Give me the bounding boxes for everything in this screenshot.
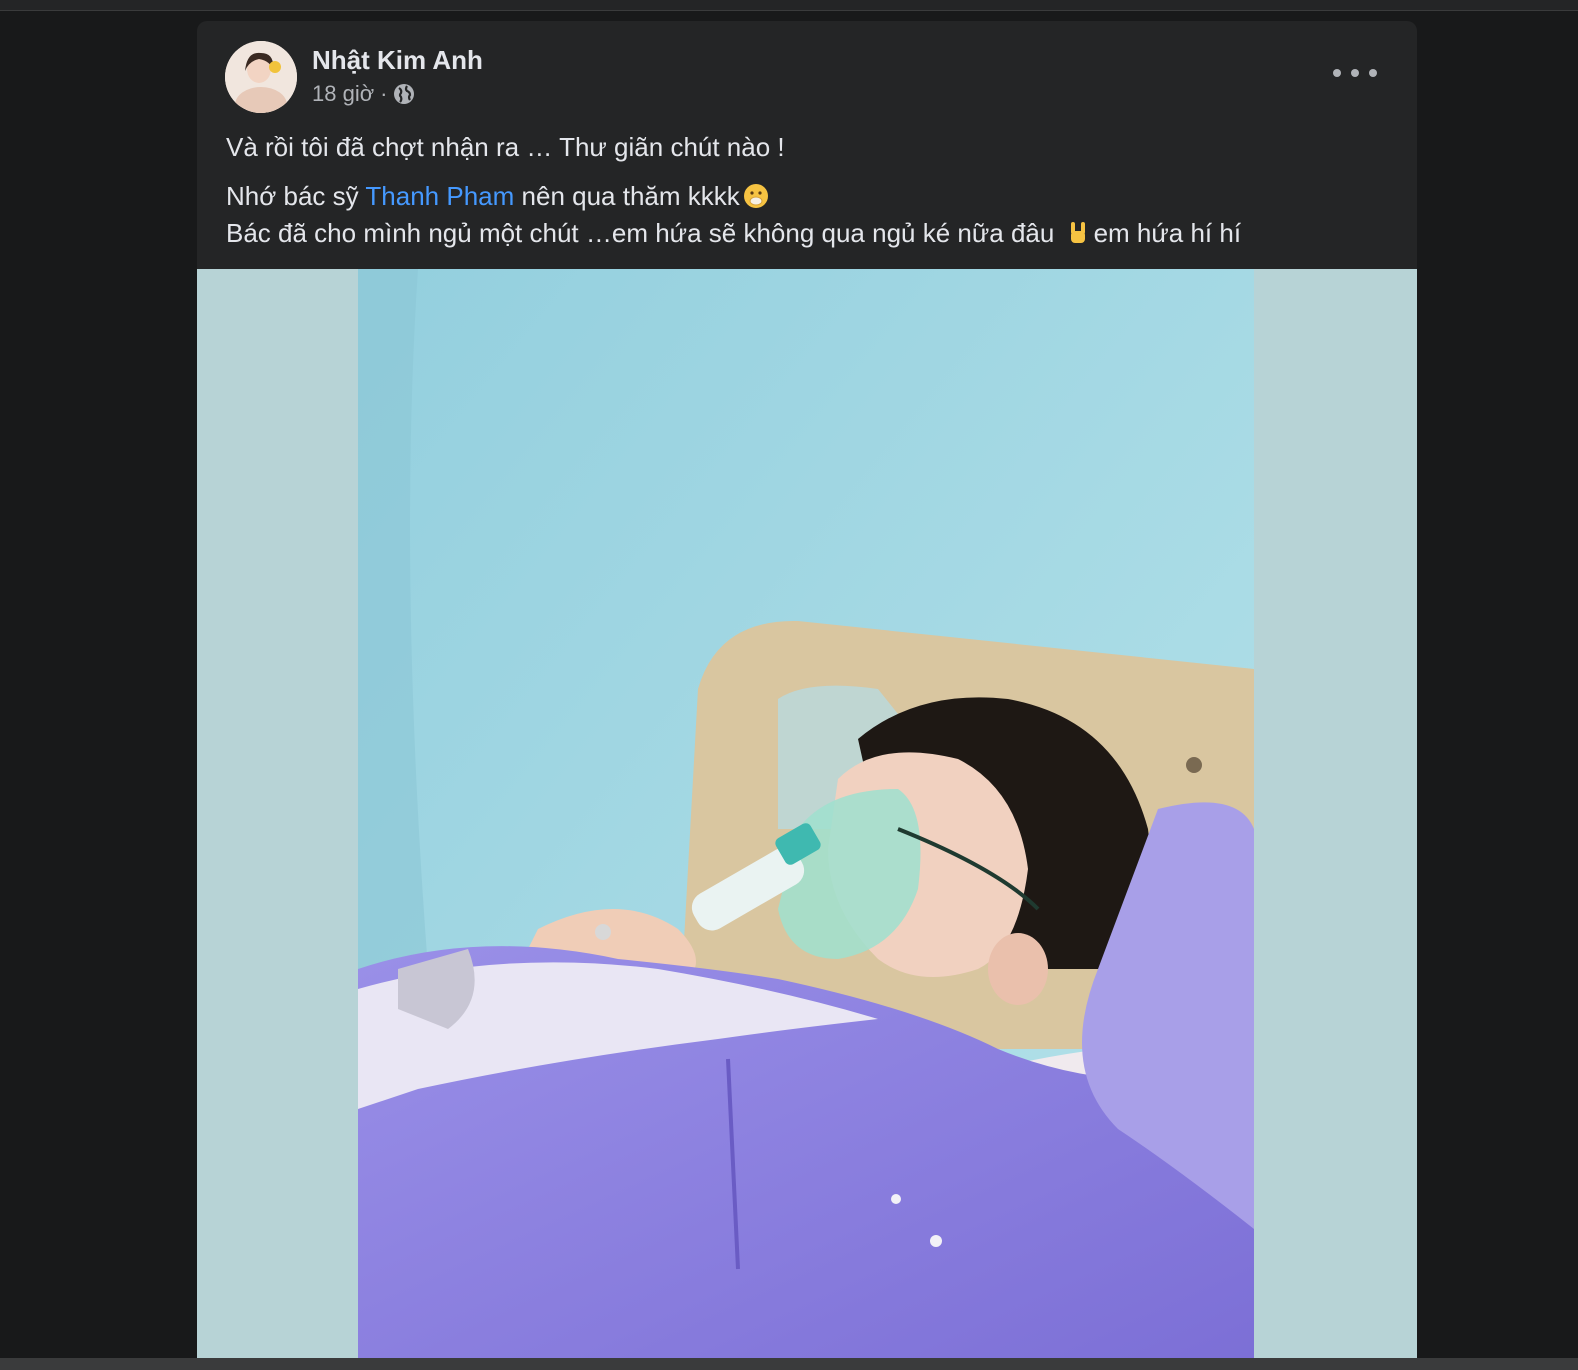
post-photo-frame xyxy=(197,269,1417,1358)
meta-separator: · xyxy=(380,81,388,106)
post-line-2: Nhớ bác sỹ Thanh Pham nên qua thăm kkkk xyxy=(226,178,1387,215)
avatar[interactable] xyxy=(225,41,297,113)
rock-on-hand-emoji xyxy=(1064,219,1092,247)
post-line-1: Và rồi tôi đã chợt nhận ra … Thư giãn ch… xyxy=(226,132,785,162)
browser-top-edge xyxy=(0,0,1578,11)
mention-link[interactable]: Thanh Pham xyxy=(365,181,514,211)
post-time[interactable]: 18 giờ xyxy=(312,81,374,107)
author-name[interactable]: Nhật Kim Anh xyxy=(312,45,483,76)
post-card: Nhật Kim Anh 18 giờ · Và rồi tôi đã chợt… xyxy=(197,21,1417,1358)
more-options-icon[interactable] xyxy=(1333,59,1377,87)
post-line-3: Bác đã cho mình ngủ một chút …em hứa sẽ … xyxy=(226,218,1242,248)
browser-bottom-edge xyxy=(0,1358,1578,1370)
post-meta: 18 giờ · xyxy=(312,81,415,107)
post-text: Và rồi tôi đã chợt nhận ra … Thư giãn ch… xyxy=(226,129,1387,252)
post-photo[interactable] xyxy=(358,269,1254,1358)
globe-icon[interactable] xyxy=(393,83,415,105)
face-with-hand-over-mouth-emoji xyxy=(742,182,770,210)
